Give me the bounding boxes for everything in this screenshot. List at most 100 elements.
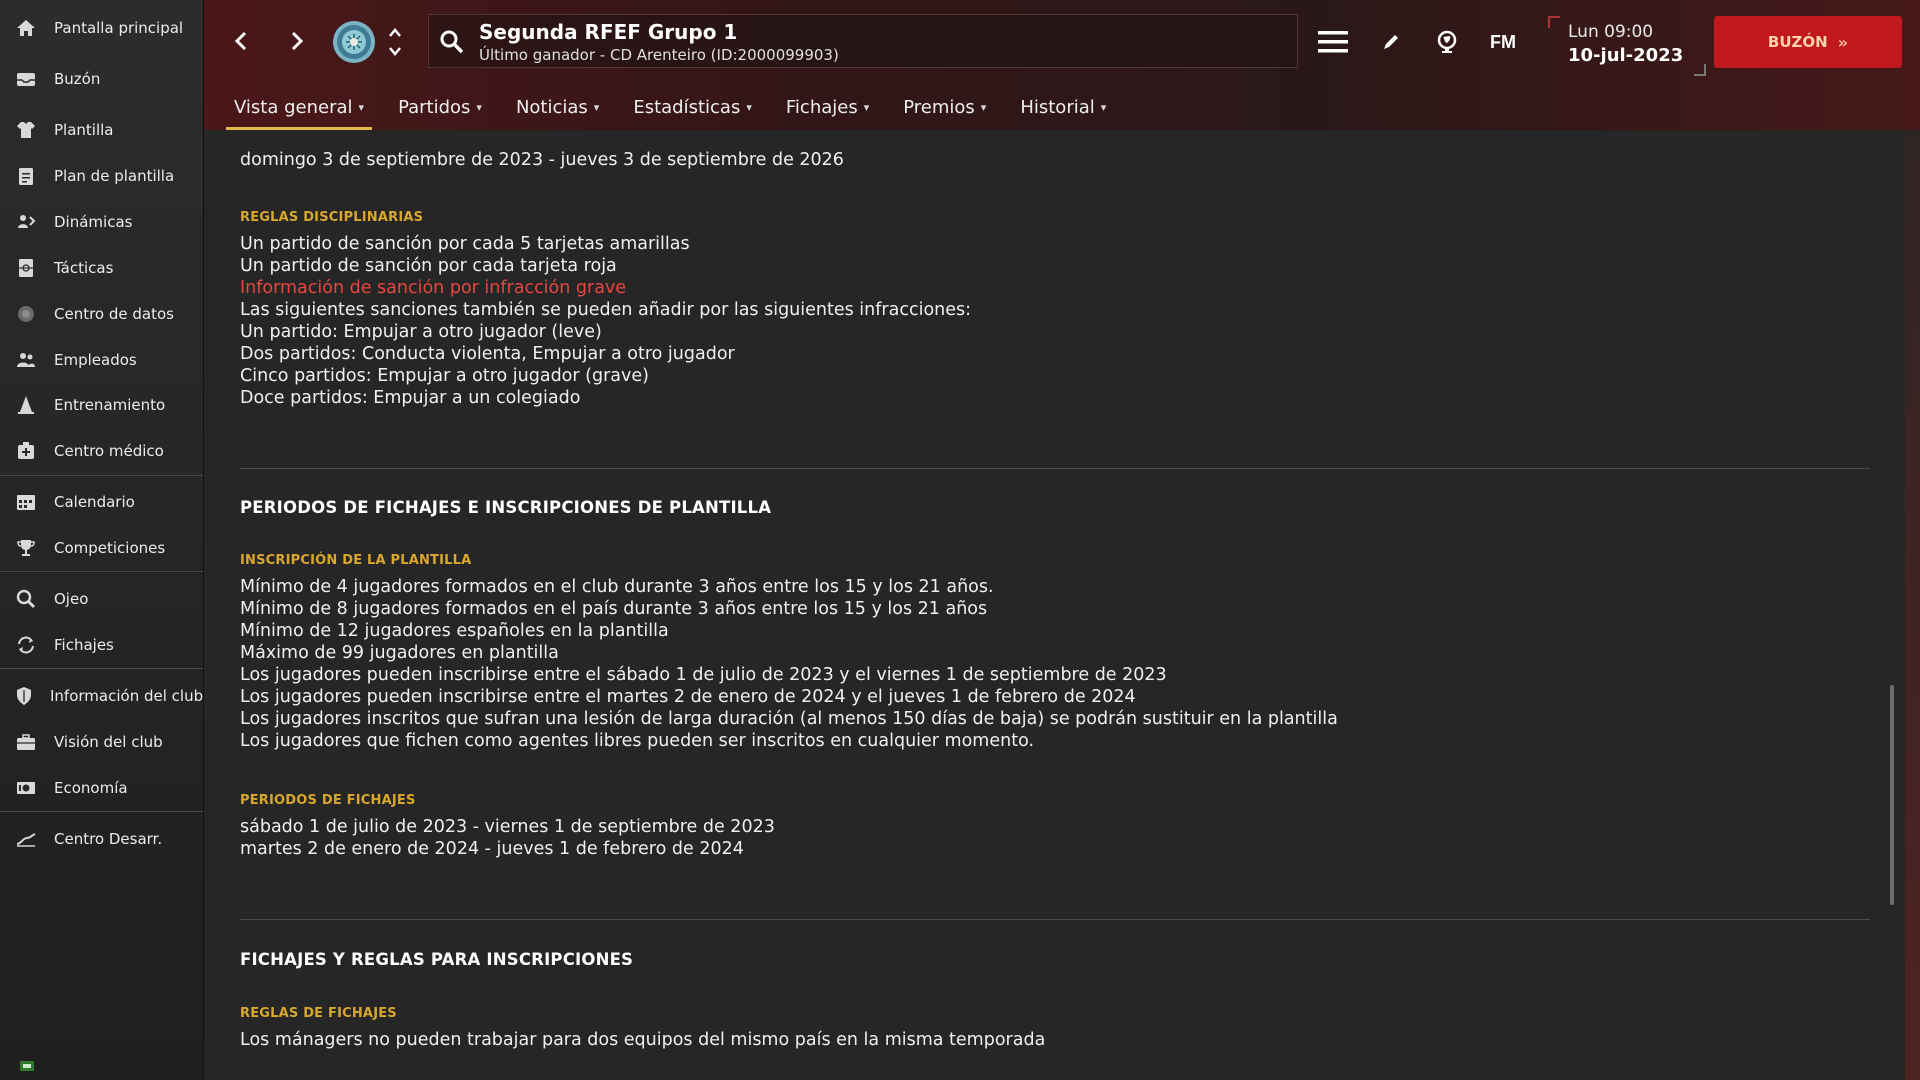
development-icon [13,826,39,852]
sidebar-item-label: Centro Desarr. [54,830,163,848]
chevron-down-icon: ▾ [746,100,752,114]
tab-news[interactable]: Noticias ▾ [508,90,607,124]
registration-line: Los jugadores que fichen como agentes li… [240,731,1035,751]
tab-overview[interactable]: Vista general ▾ [226,90,373,130]
tab-stats[interactable]: Estadísticas ▾ [625,90,760,124]
serious-offence-link[interactable]: Información de sanción por infracción gr… [240,278,626,298]
status-indicator-icon[interactable] [20,1056,34,1071]
chevron-down-icon: ▾ [593,100,600,114]
sidebar-item-finances[interactable]: Economía [0,770,203,806]
sidebar-item-transfers[interactable]: Fichajes [0,627,203,663]
sidebar-item-scouting[interactable]: Ojeo [0,581,203,617]
sidebar-item-inbox[interactable]: Buzón [0,61,203,97]
registration-line: Mínimo de 12 jugadores españoles en la p… [240,621,669,641]
chevron-down-icon: ▾ [1100,100,1107,114]
clipboard-icon [13,163,39,189]
game-clock: Lun 09:00 10-jul-2023 [1548,16,1706,76]
tab-transfers[interactable]: Fichajes ▾ [778,90,877,124]
sidebar-item-label: Buzón [54,70,101,88]
registration-line: Los jugadores pueden inscribirse entre e… [240,687,1136,707]
transfer-windows-heading: PERIODOS DE FICHAJES [240,793,416,808]
fm-button[interactable]: FM [1486,26,1520,58]
transfers-icon [13,632,39,658]
right-edge-decoration [1905,132,1920,1080]
forward-button[interactable] [282,26,312,56]
menu-button[interactable] [1316,26,1350,58]
sidebar-item-label: Centro médico [54,442,164,460]
sidebar-item-label: Tácticas [54,259,114,277]
sidebar-item-calendar[interactable]: Calendario [0,484,203,520]
back-button[interactable] [226,26,256,56]
disciplinary-heading: REGLAS DISCIPLINARIAS [240,210,424,225]
clock-date: 10-jul-2023 [1568,45,1684,66]
dynamics-icon [13,209,39,235]
sidebar-item-medical[interactable]: Centro médico [0,433,203,469]
rule-line: Un partido: Empujar a otro jugador (leve… [240,322,602,342]
tab-label: Estadísticas [633,96,741,118]
chevron-down-icon: ▾ [980,100,987,114]
double-chevron-right-icon: » [1837,32,1849,52]
sidebar-item-label: Empleados [54,351,137,369]
chevron-left-icon [234,31,247,51]
sidebar-item-development-centre[interactable]: Centro Desarr. [0,821,203,857]
data-hub-icon [13,301,39,327]
sidebar-item-label: Pantalla principal [54,19,184,37]
registration-line: Los jugadores pueden inscribirse entre e… [240,665,1167,685]
search-icon[interactable] [439,29,465,55]
hamburger-menu-icon [1318,31,1348,53]
sidebar-item-squad-planner[interactable]: Plan de plantilla [0,158,203,194]
trophy-icon [13,535,39,561]
tab-label: Partidos [398,96,471,118]
staff-icon [13,347,39,373]
training-cone-icon [13,392,39,418]
inbox-button-label: BUZÓN [1767,33,1828,51]
tab-awards[interactable]: Premios ▾ [895,90,994,124]
sidebar-item-data-hub[interactable]: Centro de datos [0,296,203,332]
finances-icon [13,775,39,801]
sidebar: Pantalla principal Buzón Plantilla Plan … [0,0,204,1080]
competition-logo-icon[interactable] [332,20,376,64]
sidebar-item-competitions[interactable]: Competiciones [0,530,203,566]
sidebar-item-staff[interactable]: Empleados [0,342,203,378]
inbox-continue-button[interactable]: BUZÓN » [1714,16,1902,68]
tab-label: Historial [1020,96,1095,118]
content-scrollbar[interactable] [1890,685,1894,905]
clock-corner [1548,16,1560,28]
sidebar-item-label: Economía [54,779,128,797]
sidebar-item-label: Entrenamiento [54,396,166,414]
rule-line: Un partido de sanción por cada 5 tarjeta… [240,234,690,254]
rule-line: Doce partidos: Empujar a un colegiado [240,388,581,408]
transfer-window-line: martes 2 de enero de 2024 - jueves 1 de … [240,839,744,859]
registration-line: Los jugadores inscritos que sufran una l… [240,709,1338,729]
world-button[interactable] [1430,26,1464,58]
tab-matches[interactable]: Partidos ▾ [390,90,490,124]
sidebar-item-training[interactable]: Entrenamiento [0,387,203,423]
sidebar-item-tactics[interactable]: Tácticas [0,250,203,286]
sidebar-item-club-vision[interactable]: Visión del club [0,724,203,760]
fm-logo: FM [1490,31,1516,52]
sidebar-item-label: Centro de datos [54,305,174,323]
sidebar-item-dynamics[interactable]: Dinámicas [0,204,203,240]
sidebar-divider [0,668,203,669]
edit-button[interactable] [1374,26,1408,58]
registration-line: Mínimo de 4 jugadores formados en el clu… [240,577,994,597]
sidebar-item-club-info[interactable]: Información del club [0,678,203,714]
chevron-right-icon [291,31,304,51]
sidebar-item-label: Plan de plantilla [54,167,175,185]
sidebar-item-label: Información del club [50,687,204,705]
competition-switcher[interactable] [386,24,404,60]
page-title: Segunda RFEF Grupo 1 [479,20,738,44]
tab-label: Fichajes [785,96,858,118]
transfer-rules-heading: REGLAS DE FICHAJES [240,1006,397,1021]
rule-line: Dos partidos: Conducta violenta, Empujar… [240,344,735,364]
sidebar-item-home[interactable]: Pantalla principal [0,10,203,46]
sidebar-item-squad[interactable]: Plantilla [0,112,203,148]
chevron-down-icon: ▾ [358,100,365,114]
rule-line: Un partido de sanción por cada tarjeta r… [240,256,617,276]
section-divider [240,468,1870,469]
inbox-icon [13,66,39,92]
tab-label: Noticias [515,96,588,118]
clock-time: Lun 09:00 [1568,22,1654,42]
tab-history[interactable]: Historial ▾ [1012,90,1114,124]
search-title-box[interactable]: Segunda RFEF Grupo 1 Último ganador - CD… [428,14,1298,68]
